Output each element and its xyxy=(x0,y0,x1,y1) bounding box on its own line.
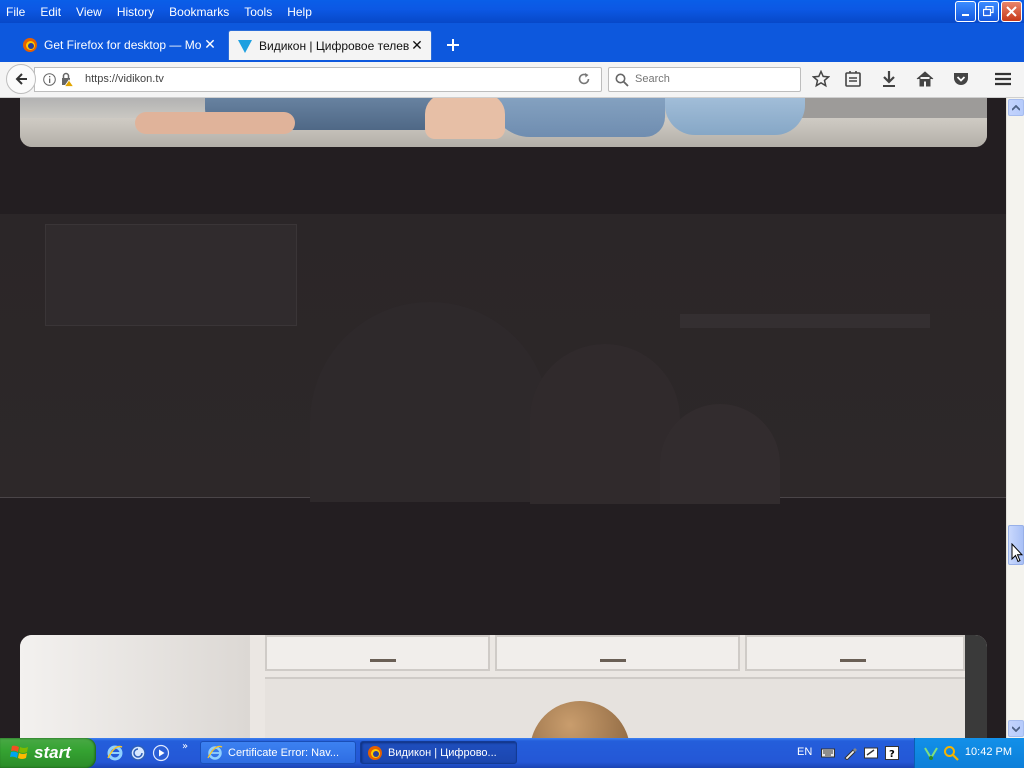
email-icon xyxy=(130,745,146,761)
bookmark-star-icon xyxy=(812,70,830,88)
firefox-icon xyxy=(23,37,37,52)
taskbar-item-label: Certificate Error: Nav... xyxy=(228,746,340,759)
vidikon-icon xyxy=(238,39,252,53)
tab-vidikon[interactable]: Видикон | Цифровое телев... ✕ xyxy=(228,30,432,60)
mouse-cursor-icon xyxy=(1011,543,1023,563)
taskbar: start » Certificate Error: Nav... Видико… xyxy=(0,738,1024,768)
media-player-icon xyxy=(152,744,170,762)
dark-family-background xyxy=(0,214,1006,504)
back-arrow-icon xyxy=(15,73,27,85)
start-label: start xyxy=(34,743,71,762)
start-button[interactable]: start xyxy=(0,738,96,768)
taskbar-item-certificate-error[interactable]: Certificate Error: Nav... xyxy=(200,741,356,764)
download-icon xyxy=(883,71,895,87)
tab-label: Видикон | Цифровое телев... xyxy=(259,38,409,53)
network-icon[interactable] xyxy=(923,745,939,761)
minimize-button[interactable] xyxy=(955,1,976,22)
ie-quicklaunch[interactable] xyxy=(106,744,124,762)
tab-strip: Get Firefox for desktop — Mo... ✕ Видико… xyxy=(0,23,1024,62)
menu-view[interactable]: View xyxy=(76,5,102,19)
reload-icon[interactable] xyxy=(577,72,591,86)
pocket-icon xyxy=(954,73,968,85)
tablet-input-icon[interactable] xyxy=(864,746,878,760)
media-player-quicklaunch[interactable] xyxy=(152,744,170,762)
pocket-button[interactable] xyxy=(950,69,972,89)
plus-icon xyxy=(447,39,459,51)
menu-bar: File Edit View History Bookmarks Tools H… xyxy=(0,0,1024,23)
system-tray: 10:42 PM xyxy=(914,738,1024,768)
search-bar[interactable] xyxy=(608,67,801,92)
svg-text:?: ? xyxy=(889,749,895,760)
window-controls xyxy=(955,1,1022,22)
vertical-scrollbar[interactable] xyxy=(1006,98,1024,738)
menu-bookmarks[interactable]: Bookmarks xyxy=(169,5,229,19)
chevron-up-icon xyxy=(1012,104,1020,111)
firefox-icon xyxy=(368,745,382,760)
menu-file[interactable]: File xyxy=(6,5,25,19)
lock-warning-icon[interactable] xyxy=(60,72,74,87)
tab-label: Get Firefox for desktop — Mo... xyxy=(44,37,202,52)
menu-tools[interactable]: Tools xyxy=(244,5,272,19)
tab-close-button[interactable]: ✕ xyxy=(409,38,425,54)
quick-launch xyxy=(106,744,170,762)
chevron-down-icon xyxy=(1012,725,1020,732)
restore-icon xyxy=(983,6,994,17)
close-icon xyxy=(1006,6,1017,17)
download-button[interactable] xyxy=(878,69,900,89)
language-indicator[interactable]: EN xyxy=(797,746,812,758)
back-button[interactable] xyxy=(6,64,36,94)
menu: File Edit View History Bookmarks Tools H… xyxy=(0,0,327,23)
ie-icon xyxy=(207,745,223,760)
menu-help[interactable]: Help xyxy=(287,5,312,19)
open-menu-button[interactable] xyxy=(992,69,1014,89)
taskbar-item-label: Видикон | Цифрово... xyxy=(388,746,497,759)
ie-icon xyxy=(107,745,123,761)
home-button[interactable] xyxy=(914,69,936,89)
menu-history[interactable]: History xyxy=(117,5,154,19)
kitchen-photo xyxy=(20,635,987,738)
menu-edit[interactable]: Edit xyxy=(40,5,61,19)
url-bar[interactable]: https://vidikon.tv xyxy=(34,67,602,92)
tab-close-button[interactable]: ✕ xyxy=(202,37,218,53)
reading-list-icon xyxy=(845,71,861,87)
quicklaunch-more-chevron-icon[interactable]: » xyxy=(182,741,188,752)
help-icon[interactable]: ? xyxy=(885,746,899,760)
home-icon xyxy=(916,71,934,87)
scroll-up-button[interactable] xyxy=(1008,99,1024,116)
windows-logo-icon xyxy=(10,745,28,759)
pen-icon[interactable] xyxy=(843,746,857,760)
clock[interactable]: 10:42 PM xyxy=(965,746,1012,758)
search-input[interactable] xyxy=(633,72,797,86)
search-tray-icon[interactable] xyxy=(943,745,959,761)
hamburger-menu-icon xyxy=(995,72,1011,86)
outlook-quicklaunch[interactable] xyxy=(129,744,147,762)
new-tab-button[interactable] xyxy=(444,31,462,57)
family-sofa-photo xyxy=(20,98,987,147)
taskbar-item-vidikon[interactable]: Видикон | Цифрово... xyxy=(360,741,517,764)
url-text[interactable]: https://vidikon.tv xyxy=(85,73,164,85)
minimize-icon xyxy=(961,13,969,16)
reading-list-button[interactable] xyxy=(842,69,864,89)
info-icon[interactable] xyxy=(43,73,56,86)
web-page-content xyxy=(0,98,1006,738)
tab-get-firefox[interactable]: Get Firefox for desktop — Mo... ✕ xyxy=(14,31,224,58)
scroll-down-button[interactable] xyxy=(1008,720,1024,737)
navigation-toolbar: https://vidikon.tv xyxy=(0,62,1024,98)
close-window-button[interactable] xyxy=(1001,1,1022,22)
bookmark-star-button[interactable] xyxy=(810,69,832,89)
keyboard-icon[interactable] xyxy=(821,746,835,760)
search-icon xyxy=(615,73,629,87)
restore-button[interactable] xyxy=(978,1,999,22)
